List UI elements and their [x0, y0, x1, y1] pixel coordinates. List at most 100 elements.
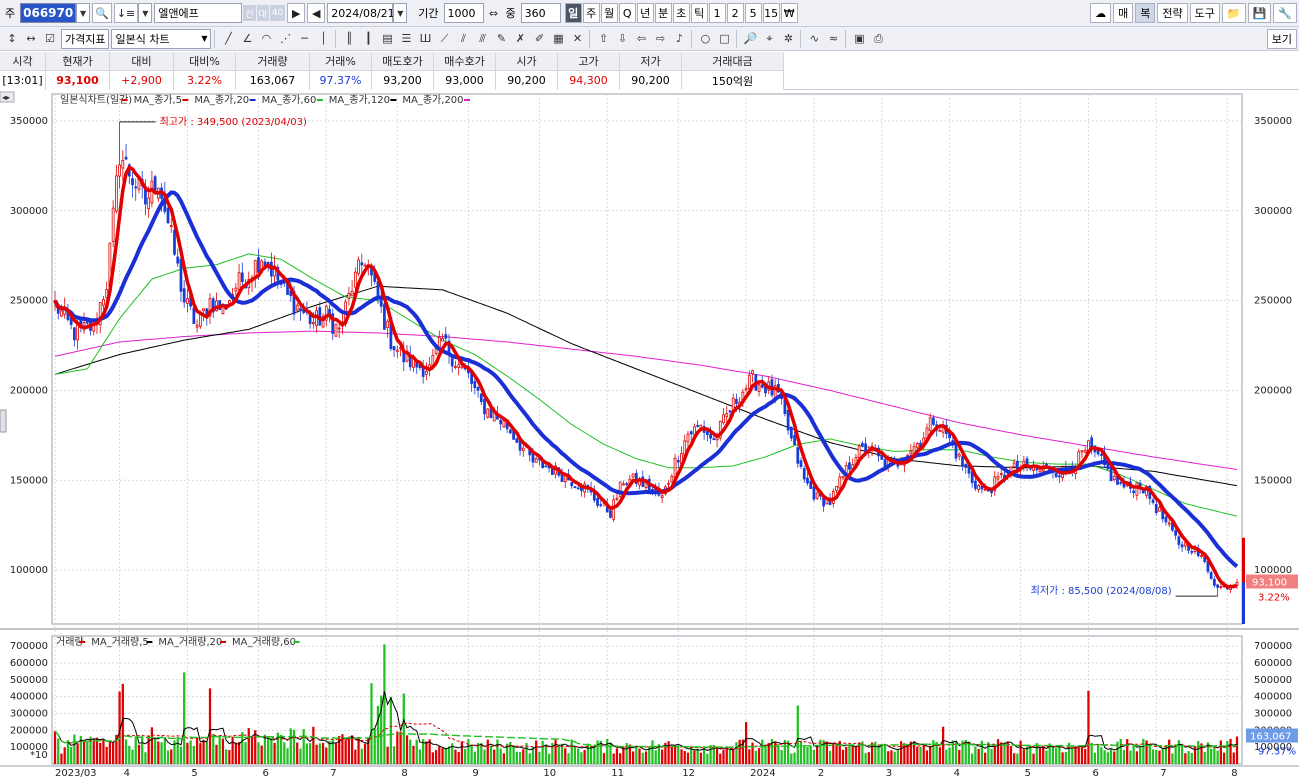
period-button-5[interactable]: 분 — [654, 3, 672, 23]
period-button-9[interactable]: 2 — [726, 3, 744, 23]
candle-body — [350, 290, 354, 297]
fan-icon[interactable]: ⋰ — [276, 29, 294, 49]
volume-bar — [1106, 752, 1109, 764]
period-button-6[interactable]: 초 — [672, 3, 690, 23]
arrow-down-icon[interactable]: ⇩ — [613, 29, 631, 49]
fib-icon[interactable]: ⫻ — [473, 29, 491, 49]
settings-gear-icon[interactable]: ✲ — [779, 29, 797, 49]
volume-bar — [399, 731, 402, 764]
eraser-icon[interactable]: ✗ — [511, 29, 529, 49]
circle-icon[interactable]: ○ — [696, 29, 714, 49]
bars-icon[interactable]: ║ — [340, 29, 358, 49]
stock-name-field[interactable]: 엘앤에프 — [154, 3, 243, 23]
arrow-left-icon[interactable]: ⇦ — [632, 29, 650, 49]
volume-bar — [1126, 739, 1129, 764]
bars2-icon[interactable]: ┃ — [359, 29, 377, 49]
trendline-icon[interactable]: ╱ — [219, 29, 237, 49]
sort-icon[interactable]: ↓≡ — [113, 3, 139, 23]
chart-icon[interactable]: ▣ — [850, 29, 868, 49]
date-input[interactable]: 2024/08/21 — [327, 3, 395, 23]
brush-icon[interactable]: ✐ — [530, 29, 548, 49]
wrench-icon[interactable]: 🔧 — [1273, 3, 1297, 23]
search-icon[interactable]: 🔍 — [92, 3, 112, 23]
indicator-selector[interactable]: 가격지표 — [61, 28, 110, 49]
crosshair-icon[interactable]: ⌖ — [760, 29, 778, 49]
price-legend-item: MA_종가,120 — [329, 94, 390, 106]
chart-svg[interactable]: ◂▸ 350000 350000 300000 300000 250000 250000 20… — [0, 90, 1299, 779]
pitchfork-icon[interactable]: Ш — [416, 29, 434, 49]
vertical-line-icon[interactable]: │ — [314, 29, 332, 49]
volume-bar — [199, 743, 202, 764]
volume-bar — [1029, 745, 1032, 764]
volume-bar — [257, 742, 260, 764]
period-input[interactable]: 1000 — [443, 3, 484, 23]
chart-type-selector[interactable]: 일본식 차트 ▼ — [111, 28, 212, 49]
count-input[interactable]: 360 — [520, 3, 561, 23]
stock-code-dropdown-icon[interactable]: ▼ — [76, 3, 91, 23]
volume-bar — [1019, 740, 1022, 764]
right-button-0[interactable]: 매 — [1113, 3, 1134, 23]
period-button-4[interactable]: 년 — [636, 3, 654, 23]
note-icon[interactable]: ♪ — [670, 29, 688, 49]
period-button-8[interactable]: 1 — [708, 3, 726, 23]
print-icon[interactable]: ⎙ — [869, 29, 887, 49]
period-button-3[interactable]: Q — [618, 3, 636, 23]
candle-body — [425, 370, 428, 375]
wave2-icon[interactable]: ≈ — [824, 29, 842, 49]
price-legend-swatch — [390, 99, 397, 101]
volume-bar — [215, 744, 218, 764]
delete-icon[interactable]: ✕ — [568, 29, 586, 49]
arc-icon[interactable]: ◠ — [257, 29, 275, 49]
volume-bar — [812, 749, 816, 764]
arrow-right-icon[interactable]: ⇨ — [651, 29, 669, 49]
channel-icon[interactable]: ☰ — [397, 29, 415, 49]
magnifier-icon[interactable]: 🔎 — [741, 29, 759, 49]
period-button-1[interactable]: 주 — [582, 3, 600, 23]
period-button-7[interactable]: 틱 — [690, 3, 708, 23]
volume-bar — [92, 738, 95, 764]
grid-icon[interactable]: ▤ — [378, 29, 396, 49]
volume-bar — [790, 753, 793, 764]
count-label: 중 — [505, 7, 516, 20]
right-button-1[interactable]: 복 — [1135, 3, 1156, 23]
stock-code-input[interactable]: 066970 — [20, 3, 77, 23]
right-button-2[interactable]: 전략 — [1157, 3, 1188, 23]
view-button[interactable]: 보기 — [1266, 29, 1297, 49]
arrow-up-icon[interactable]: ⇧ — [594, 29, 612, 49]
quote-value-4: 163,067 — [236, 71, 310, 90]
cloud-icon[interactable]: ☁ — [1090, 3, 1112, 23]
zoom-icon[interactable]: ⇔ — [485, 3, 503, 23]
pencil-icon[interactable]: ✎ — [492, 29, 510, 49]
diagonal-icon[interactable]: ⟋ — [435, 29, 453, 49]
volume-bar — [693, 750, 696, 764]
date-dropdown-icon[interactable]: ▼ — [393, 3, 408, 23]
candle-body — [337, 327, 341, 330]
period-button-11[interactable]: 15 — [762, 3, 780, 23]
period-button-12[interactable]: ₩ — [780, 3, 798, 23]
right-button-3[interactable]: 도구 — [1189, 3, 1220, 23]
candle-body — [954, 443, 958, 459]
arrow-updown-icon[interactable]: ↕ — [3, 29, 21, 49]
arrow-leftright-icon[interactable]: ↔ — [22, 29, 40, 49]
sort-dropdown-icon[interactable]: ▼ — [138, 3, 153, 23]
save-icon[interactable]: 💾 — [1247, 3, 1272, 23]
volume-bar — [441, 748, 444, 764]
prev-arrow-icon[interactable]: ◀ — [307, 3, 326, 23]
period-button-0[interactable]: 일 — [564, 3, 582, 23]
settings-icon[interactable]: ☑ — [41, 29, 59, 49]
period-button-2[interactable]: 월 — [600, 3, 618, 23]
wave-icon[interactable]: ∿ — [805, 29, 823, 49]
text-icon[interactable]: ▦ — [549, 29, 567, 49]
horizontal-line-icon[interactable]: ─ — [295, 29, 313, 49]
volume-bar — [483, 749, 486, 764]
next-arrow-icon[interactable]: ▶ — [287, 3, 306, 23]
stock-chart[interactable]: ◂▸ 350000 350000 300000 300000 250000 250000 20… — [0, 90, 1299, 779]
rectangle-icon[interactable]: □ — [715, 29, 733, 49]
period-button-10[interactable]: 5 — [744, 3, 762, 23]
parallel-icon[interactable]: ⫽ — [454, 29, 472, 49]
volume-bar — [228, 750, 231, 764]
angle-icon[interactable]: ∠ — [238, 29, 256, 49]
volume-bar — [1061, 752, 1064, 764]
folder-icon[interactable]: 📁 — [1221, 3, 1246, 23]
volume-bar — [486, 739, 489, 764]
